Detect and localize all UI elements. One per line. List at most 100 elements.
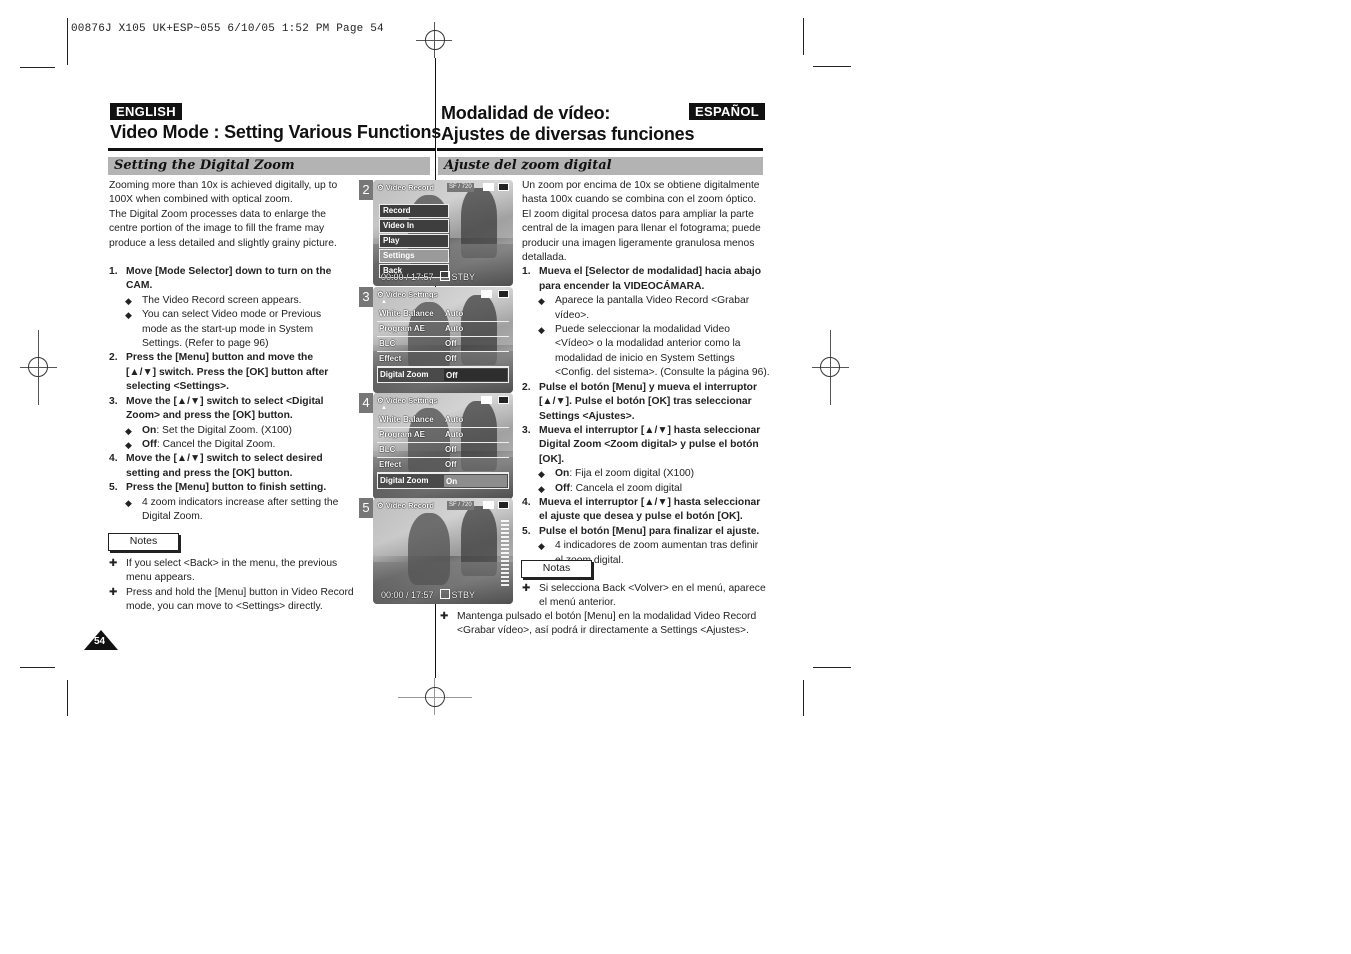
step-number: 3. [109, 395, 118, 407]
instruction-step: 2. Press the [Menu] button and move the [▲… [109, 351, 359, 394]
diamond-bullet-icon: ◆ [538, 469, 545, 480]
settings-row: Program AE Auto [377, 428, 509, 443]
setting-value: Off [444, 369, 507, 381]
spanish-notes-wide: ✚ Mantenga pulsado el botón [Menu] en la … [440, 610, 775, 639]
crop-mark [20, 67, 55, 68]
crop-mark [67, 18, 68, 65]
diamond-bullet-icon: ◆ [125, 439, 132, 450]
bullet-item: ◆ Off: Cancela el zoom digital [522, 482, 772, 496]
page-title-spanish-line2: Ajustes de diversas funciones [441, 124, 695, 144]
instruction-step: 3. Move the [▲/▼] switch to select <Digit… [109, 395, 359, 424]
step-number: 2. [522, 381, 531, 393]
option-name: Off [142, 438, 157, 450]
english-notes: ✚ If you select <Back> in the menu, the p… [109, 557, 364, 615]
section-heading-english: Setting the Digital Zoom [108, 157, 430, 175]
setting-label: Program AE [379, 430, 425, 439]
screen-step-number: 2 [359, 180, 373, 200]
page-number: 54 [94, 636, 106, 647]
settings-row: White Balance Auto [377, 413, 509, 428]
note-item: ✚ Si selecciona Back <Volver> en el menú,… [522, 582, 777, 611]
camera-screen-step-3: ⚙ Video Settings ▲ White Balance Auto Progra… [373, 287, 513, 393]
screen-step-number: 5 [359, 498, 373, 518]
page-title-spanish-line1: Modalidad de vídeo: [441, 103, 611, 123]
bullet-item: ◆ 4 zoom indicators increase after settin… [109, 496, 359, 525]
settings-row: Program AE Auto [377, 322, 509, 337]
note-text: If you select <Back> in the menu, the pr… [126, 558, 338, 584]
setting-value: Auto [445, 430, 464, 439]
settings-row: BLC Off [377, 337, 509, 352]
screen-header: ⚙ Video Settings [377, 396, 438, 405]
settings-row: Effect Off [377, 352, 509, 367]
bullet-item: ◆ The Video Record screen appears. [109, 294, 359, 308]
quality-badge: SF / 720 [447, 501, 474, 510]
notes-label-spanish: Notas [521, 560, 592, 578]
spanish-body: Un zoom por encima de 10x se obtiene dig… [522, 179, 772, 568]
cross-note-icon: ✚ [109, 586, 118, 598]
step-number: 4. [522, 496, 531, 508]
bullet-item: ◆ Aparece la pantalla Video Record <Graba… [522, 294, 772, 323]
bullet-text: 4 zoom indicators increase after setting… [142, 496, 339, 522]
record-icon [481, 396, 492, 404]
status-text: STBY [451, 590, 476, 600]
settings-row: Effect Off [377, 458, 509, 473]
crop-mark [803, 680, 804, 716]
battery-icon [498, 396, 509, 404]
option-name: On [555, 468, 570, 480]
english-body: Zooming more than 10x is achieved digita… [109, 179, 359, 524]
screen-step-number: 3 [359, 287, 373, 307]
note-text: Si selecciona Back <Volver> en el menú, … [539, 583, 766, 609]
quality-badge: SF / 720 [447, 183, 474, 192]
diamond-bullet-icon: ◆ [538, 541, 545, 552]
instruction-step: 1. Mueva el [Selector de modalidad] hacia… [522, 265, 772, 294]
option-name: Off [555, 482, 570, 494]
menu-item: Video In [379, 219, 449, 233]
setting-value: Off [445, 445, 457, 454]
step-number: 1. [109, 266, 118, 278]
bullet-item: ◆ Puede seleccionar la modalidad Video <Ví… [522, 323, 772, 381]
bullet-item: ◆ On: Fija el zoom digital (X100) [522, 467, 772, 481]
setting-value: Off [445, 460, 457, 469]
settings-row-selected: Digital Zoom Off [377, 367, 509, 383]
option-name: On [142, 424, 157, 436]
diamond-bullet-icon: ◆ [125, 295, 132, 306]
cross-note-icon: ✚ [109, 558, 118, 569]
time-counter: 00:00 / 17:57 [381, 272, 434, 282]
cross-note-icon: ✚ [440, 611, 449, 622]
setting-value: Auto [445, 309, 464, 318]
intro-paragraph: Zooming more than 10x is achieved digita… [109, 180, 338, 249]
timecode: 00:00 / 17:57 STBY [381, 271, 475, 282]
subject-child [408, 513, 450, 585]
crop-mark [20, 667, 55, 668]
instruction-step: 5. Press the [Menu] button to finish sett… [109, 481, 359, 495]
camera-screen-step-5: ⚙ Video Record SF / 720 00:00 / 17:57 STBY [373, 498, 513, 604]
language-label-english: ENGLISH [110, 103, 182, 120]
setting-label: BLC [379, 339, 396, 348]
intro-paragraph: Un zoom por encima de 10x se obtiene dig… [522, 180, 761, 264]
setting-label: Program AE [379, 324, 425, 333]
step-number: 1. [522, 266, 531, 278]
instruction-step: 2. Pulse el botón [Menu] y mueva el inter… [522, 381, 772, 424]
step-number: 5. [109, 482, 118, 494]
record-icon [481, 290, 492, 298]
crop-mark [803, 18, 804, 55]
diamond-bullet-icon: ◆ [125, 497, 132, 508]
instruction-step: 1. Move [Mode Selector] down to turn on t… [109, 265, 359, 294]
title-rule [437, 148, 763, 151]
note-item: ✚ If you select <Back> in the menu, the p… [109, 557, 364, 586]
settings-row: White Balance Auto [377, 307, 509, 322]
scroll-up-icon: ▲ [381, 405, 387, 411]
step-text: Pulse el botón [Menu] para finalizar el … [539, 525, 760, 537]
crop-mark [813, 66, 851, 67]
settings-row-selected: Digital Zoom On [377, 473, 509, 489]
bullet-text: Aparece la pantalla Video Record <Grabar… [555, 295, 750, 321]
menu-item: Record [379, 204, 449, 218]
note-text: Mantenga pulsado el botón [Menu] en la m… [457, 611, 757, 637]
camera-screen-step-4: ⚙ Video Settings ▲ White Balance Auto Progra… [373, 393, 513, 499]
bullet-item: ◆ Off: Cancel the Digital Zoom. [109, 438, 359, 452]
setting-label: White Balance [379, 309, 434, 318]
diamond-bullet-icon: ◆ [125, 425, 132, 436]
menu-item: Settings [379, 249, 449, 263]
note-text: Press and hold the [Menu] button in Vide… [126, 586, 354, 613]
setting-label: Effect [379, 354, 402, 363]
